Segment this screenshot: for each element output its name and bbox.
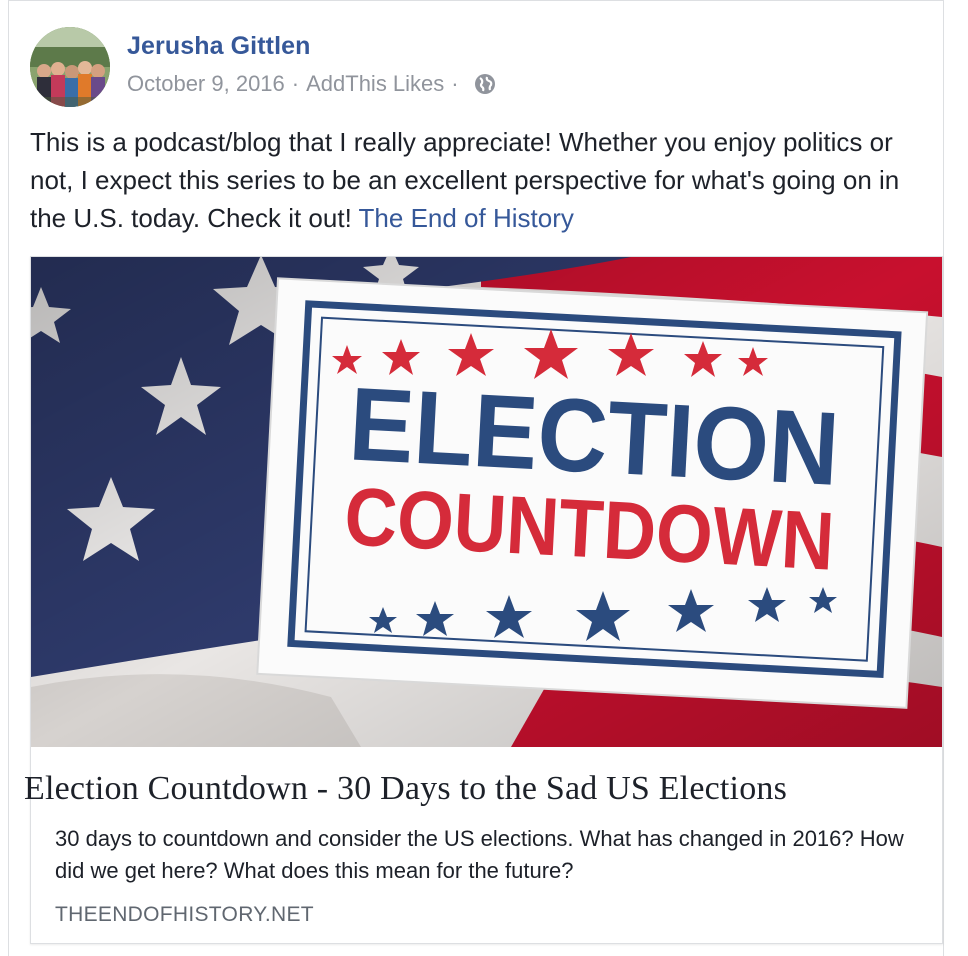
- post-meta: October 9, 2016 · AddThis Likes ·: [127, 71, 496, 97]
- meta-separator: ·: [451, 71, 459, 96]
- election-flag-image: ELECTION COUNTDOWN: [31, 257, 942, 747]
- card-description: 30 days to countdown and consider the US…: [55, 826, 904, 883]
- post-right-border: [943, 0, 944, 956]
- post-top-border: [8, 0, 944, 1]
- post-left-border: [8, 0, 9, 956]
- external-link[interactable]: The End of History: [359, 203, 574, 233]
- post-date-link[interactable]: October 9, 2016: [127, 71, 285, 97]
- card-title[interactable]: Election Countdown - 30 Days to the Sad …: [24, 770, 787, 808]
- card-domain: THEENDOFHISTORY.NET: [55, 903, 314, 926]
- link-preview-image[interactable]: ELECTION COUNTDOWN: [31, 257, 942, 747]
- avatar-photo: [30, 27, 110, 107]
- post-body: This is a podcast/blog that I really app…: [30, 123, 930, 237]
- globe-icon[interactable]: [474, 73, 496, 95]
- app-name-link[interactable]: AddThis Likes: [306, 71, 444, 97]
- author-avatar[interactable]: [30, 27, 110, 107]
- author-name-link[interactable]: Jerusha Gittlen: [127, 32, 311, 61]
- meta-separator: ·: [291, 71, 300, 96]
